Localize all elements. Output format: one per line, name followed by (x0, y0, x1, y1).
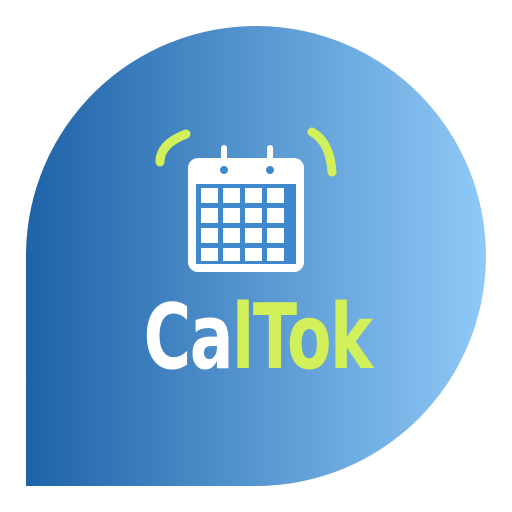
logo-badge (26, 25, 486, 486)
app-name-wordmark: CalTok (73, 288, 442, 388)
app-name-part-2: lTok (232, 285, 373, 390)
calendar-icon (188, 145, 304, 272)
app-name-part-1: Ca (143, 285, 234, 390)
app-logo: CalTok (0, 0, 512, 512)
